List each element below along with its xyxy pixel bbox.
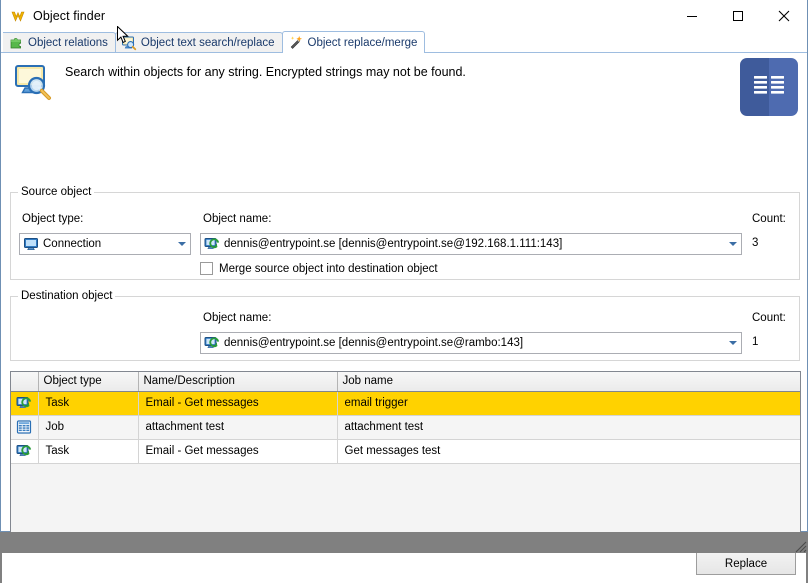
cell-object-type: Job — [38, 415, 139, 440]
tab-object-relations[interactable]: Object relations — [3, 32, 116, 53]
row-icon-cell — [11, 415, 39, 440]
banner-description: Search within objects for any string. En… — [65, 65, 466, 79]
source-object-type-label: Object type: — [22, 213, 84, 225]
merge-source-checkbox-label: Merge source object into destination obj… — [219, 262, 438, 275]
source-count-label: Count: — [752, 213, 786, 225]
destination-group-legend: Destination object — [18, 290, 116, 302]
object-finder-window: Object finder Object relations Object te… — [0, 0, 808, 583]
connection-refresh-icon — [204, 335, 220, 351]
maximize-button[interactable] — [715, 0, 761, 31]
chevron-down-icon[interactable] — [724, 333, 741, 353]
desktop-background — [0, 532, 808, 553]
tab-object-replace-merge[interactable]: Object replace/merge — [281, 31, 426, 53]
table-row[interactable]: Job attachment test attachment test — [11, 415, 800, 440]
source-count-value: 3 — [752, 237, 759, 249]
cell-object-type: Task — [38, 439, 139, 464]
source-object-name-label: Object name: — [203, 213, 272, 225]
book-list-logo-icon — [740, 58, 798, 116]
banner: Search within objects for any string. En… — [1, 53, 807, 121]
table-header: Object type Name/Description Job name — [11, 372, 800, 392]
cell-job-name: attachment test — [337, 415, 800, 440]
destination-object-name-value: dennis@entrypoint.se [dennis@entrypoint.… — [224, 337, 524, 349]
tab-label: Object replace/merge — [307, 36, 418, 49]
cell-name-description: Email - Get messages — [138, 391, 338, 416]
magic-wand-icon — [288, 35, 304, 51]
content-area: Search within objects for any string. En… — [1, 53, 807, 583]
monitor-icon — [23, 236, 39, 252]
row-icon-cell — [11, 439, 39, 464]
title-bar: Object finder — [1, 0, 807, 31]
destination-count-label: Count: — [752, 312, 786, 324]
results-table: Object type Name/Description Job name Ta… — [11, 372, 800, 464]
tab-label: Object relations — [28, 37, 108, 49]
window-controls — [669, 0, 807, 31]
puzzle-piece-icon — [8, 35, 24, 51]
results-grid[interactable]: Object type Name/Description Job name Ta… — [10, 371, 801, 543]
connection-refresh-icon — [204, 236, 220, 252]
column-header-icon[interactable] — [11, 372, 39, 392]
job-grid-icon — [16, 420, 32, 434]
cell-name-description: Email - Get messages — [138, 439, 338, 464]
task-refresh-icon — [16, 445, 32, 457]
destination-object-name-combo[interactable]: dennis@entrypoint.se [dennis@entrypoint.… — [200, 332, 742, 354]
chevron-down-icon[interactable] — [173, 234, 190, 254]
merge-source-checkbox[interactable] — [200, 262, 213, 275]
minimize-button[interactable] — [669, 0, 715, 31]
v-logo-icon — [10, 8, 26, 24]
table-header-row: Object type Name/Description Job name — [11, 372, 800, 392]
row-icon-cell — [11, 391, 39, 416]
column-header-object-type[interactable]: Object type — [38, 372, 139, 392]
table-row[interactable]: Task Email - Get messages email trigger — [11, 391, 800, 416]
tab-strip: Object relations Object text search/repl… — [1, 31, 807, 53]
source-object-name-combo[interactable]: dennis@entrypoint.se [dennis@entrypoint.… — [200, 233, 742, 255]
tab-object-text-search-replace[interactable]: Object text search/replace — [114, 32, 283, 53]
monitor-magnifier-icon — [13, 61, 53, 101]
source-object-type-combo[interactable]: Connection — [19, 233, 191, 255]
replace-button[interactable]: Replace — [696, 552, 796, 575]
window-title: Object finder — [33, 8, 106, 23]
source-group-legend: Source object — [18, 186, 95, 198]
close-button[interactable] — [761, 0, 807, 31]
column-header-name-description[interactable]: Name/Description — [138, 372, 338, 392]
tab-label: Object text search/replace — [140, 37, 275, 49]
resize-grip[interactable] — [791, 537, 807, 553]
table-row[interactable]: Task Email - Get messages Get messages t… — [11, 439, 800, 464]
table-body: Task Email - Get messages email trigger — [11, 391, 800, 464]
source-object-type-value: Connection — [43, 238, 102, 250]
cell-object-type: Task — [38, 391, 139, 416]
monitor-search-icon — [121, 35, 137, 51]
cell-name-description: attachment test — [138, 415, 338, 440]
source-object-name-value: dennis@entrypoint.se [dennis@entrypoint.… — [224, 238, 563, 250]
chevron-down-icon[interactable] — [724, 234, 741, 254]
task-refresh-icon — [16, 397, 32, 409]
cell-job-name: Get messages test — [337, 439, 800, 464]
destination-count-value: 1 — [752, 336, 759, 348]
cell-job-name: email trigger — [337, 391, 800, 416]
destination-object-name-label: Object name: — [203, 312, 272, 324]
column-header-job-name[interactable]: Job name — [337, 372, 800, 392]
merge-source-checkbox-row[interactable]: Merge source object into destination obj… — [200, 262, 438, 275]
